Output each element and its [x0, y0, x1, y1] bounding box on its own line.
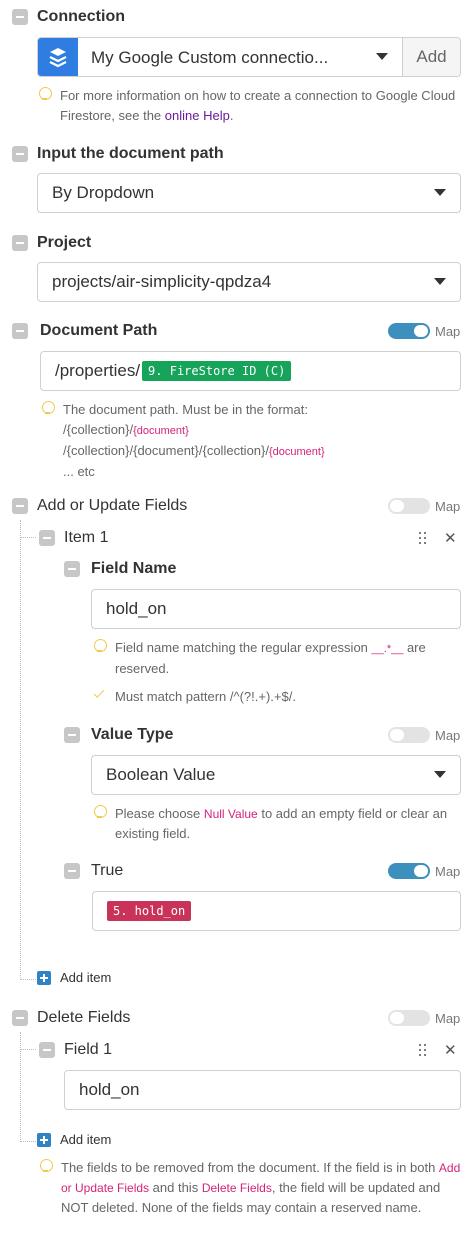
lightbulb-icon: [94, 639, 107, 653]
field-1-collapse-checkbox[interactable]: [39, 1042, 55, 1058]
chevron-down-icon: [434, 189, 446, 196]
value-type-map-toggle[interactable]: [388, 727, 430, 743]
delete-fields-collapse-checkbox[interactable]: [12, 1010, 28, 1026]
document-path-input[interactable]: /properties/ 9. FireStore ID (C): [40, 351, 461, 391]
input-path-collapse-checkbox[interactable]: [12, 146, 28, 162]
drag-handle-icon[interactable]: [419, 1044, 427, 1056]
add-update-map-toggle[interactable]: [388, 498, 430, 514]
delete-add-item-tree-branch: [20, 1141, 36, 1142]
project-collapse-checkbox[interactable]: [12, 235, 28, 251]
lightbulb-icon: [40, 1159, 53, 1173]
field-tree-branch: [20, 1049, 36, 1050]
true-collapse-checkbox[interactable]: [64, 863, 80, 879]
true-map-label: Map: [435, 864, 461, 879]
delete-fields-hint: The fields to be removed from the docume…: [61, 1160, 461, 1215]
input-path-select[interactable]: By Dropdown: [37, 173, 461, 213]
document-path-hint: The document path. Must be in the format…: [63, 402, 325, 479]
add-item-tree-branch: [20, 979, 36, 980]
plus-icon[interactable]: [37, 1133, 51, 1147]
delete-fields-label: Delete Fields: [37, 1009, 131, 1026]
chevron-down-icon: [434, 278, 446, 285]
true-value-tag[interactable]: 5. hold_on: [107, 901, 192, 921]
value-type-value: Boolean Value: [106, 765, 216, 784]
delete-fields-map-toggle[interactable]: [388, 1010, 430, 1026]
connection-hint: For more information on how to create a …: [60, 88, 456, 123]
field-name-collapse-checkbox[interactable]: [64, 561, 80, 577]
project-select[interactable]: projects/air-simplicity-qpdza4: [37, 262, 461, 302]
value-type-collapse-checkbox[interactable]: [64, 727, 80, 743]
project-value: projects/air-simplicity-qpdza4: [52, 272, 272, 291]
lightbulb-icon: [42, 401, 55, 415]
add-update-collapse-checkbox[interactable]: [12, 498, 28, 514]
document-path-label: Document Path: [40, 322, 158, 339]
connection-app-icon: [38, 38, 78, 76]
field-name-value: hold_on: [106, 599, 167, 618]
lightbulb-icon: [39, 87, 52, 101]
add-connection-button[interactable]: Add: [403, 37, 461, 77]
check-icon: [93, 687, 105, 698]
field-1-label: Field 1: [64, 1041, 113, 1058]
value-type-hint: Please choose Null Value to add an empty…: [115, 806, 448, 841]
chevron-down-icon: [376, 53, 388, 60]
delete-field-value: hold_on: [79, 1080, 140, 1099]
online-help-link[interactable]: online Help: [165, 108, 230, 123]
true-map-toggle[interactable]: [388, 863, 430, 879]
value-type-label: Value Type: [91, 726, 174, 743]
document-path-tag[interactable]: 9. FireStore ID (C): [142, 361, 292, 381]
delete-add-item-button[interactable]: Add item: [60, 1132, 111, 1147]
item-tree-branch: [20, 537, 36, 538]
document-path-map-label: Map: [435, 324, 461, 339]
chevron-down-icon: [434, 771, 446, 778]
delete-field-input[interactable]: hold_on: [64, 1070, 461, 1110]
connection-select[interactable]: My Google Custom connectio...: [37, 37, 403, 77]
document-path-map-toggle[interactable]: [388, 323, 430, 339]
field-name-label: Field Name: [91, 560, 177, 577]
field-name-input[interactable]: hold_on: [91, 589, 461, 629]
true-label: True: [91, 862, 124, 879]
value-type-map-label: Map: [435, 728, 461, 743]
field-name-hint: Field name matching the regular expressi…: [115, 640, 426, 676]
close-icon[interactable]: ✕: [444, 529, 457, 547]
connection-label: Connection: [37, 8, 125, 25]
project-label: Project: [37, 234, 92, 251]
item-1-collapse-checkbox[interactable]: [39, 530, 55, 546]
add-update-label: Add or Update Fields: [37, 497, 188, 514]
input-path-value: By Dropdown: [52, 183, 155, 202]
drag-handle-icon[interactable]: [419, 532, 427, 544]
input-path-label: Input the document path: [37, 145, 224, 162]
delete-fields-map-label: Map: [435, 1011, 461, 1026]
close-icon[interactable]: ✕: [444, 1041, 457, 1059]
plus-icon[interactable]: [37, 971, 51, 985]
field-name-pattern: Must match pattern /^(?!.+).+$/.: [115, 689, 296, 704]
lightbulb-icon: [94, 805, 107, 819]
add-item-button[interactable]: Add item: [60, 970, 111, 985]
connection-collapse-checkbox[interactable]: [12, 9, 28, 25]
add-update-map-label: Map: [435, 499, 461, 514]
connection-value: My Google Custom connectio...: [91, 48, 329, 67]
item-1-label: Item 1: [64, 529, 109, 546]
true-input[interactable]: 5. hold_on: [92, 891, 461, 931]
document-path-collapse-checkbox[interactable]: [12, 323, 28, 339]
value-type-select[interactable]: Boolean Value: [91, 755, 461, 795]
document-path-prefix: /properties/: [55, 361, 141, 380]
add-update-tree-line: [20, 520, 21, 980]
